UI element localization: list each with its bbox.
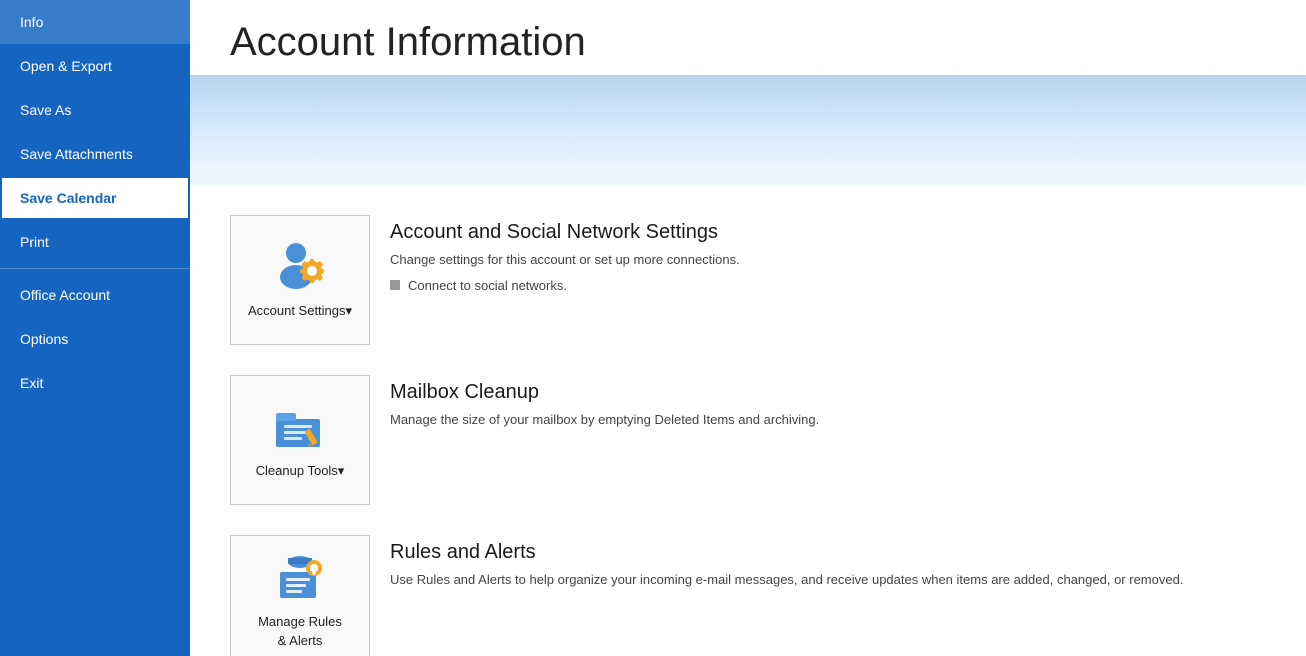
account-settings-bullet-text: Connect to social networks.: [408, 278, 567, 293]
sidebar-item-save-as[interactable]: Save As: [0, 88, 190, 132]
account-settings-icon: [270, 239, 330, 296]
cleanup-tools-icon: [270, 399, 330, 456]
banner-image: [190, 75, 1306, 185]
manage-rules-desc: Use Rules and Alerts to help organize yo…: [390, 570, 1266, 590]
account-settings-info: Account and Social Network Settings Chan…: [390, 215, 1266, 293]
account-settings-bullet: Connect to social networks.: [390, 278, 1266, 293]
manage-rules-button[interactable]: Manage Rules & Alerts: [230, 535, 370, 656]
cleanup-tools-desc: Manage the size of your mailbox by empty…: [390, 410, 1266, 430]
manage-rules-card: Manage Rules & Alerts Rules and Alerts U…: [230, 525, 1266, 656]
account-settings-button[interactable]: Account Settings▾: [230, 215, 370, 345]
main-content: Account Information: [190, 0, 1306, 656]
sidebar-item-save-attachments[interactable]: Save Attachments: [0, 132, 190, 176]
cleanup-tools-label: Cleanup Tools▾: [256, 462, 345, 480]
cleanup-tools-button[interactable]: Cleanup Tools▾: [230, 375, 370, 505]
manage-rules-info: Rules and Alerts Use Rules and Alerts to…: [390, 535, 1266, 598]
sidebar: Info Open & Export Save As Save Attachme…: [0, 0, 190, 656]
sidebar-item-save-calendar[interactable]: Save Calendar: [0, 176, 190, 220]
sidebar-item-info[interactable]: Info: [0, 0, 190, 44]
sidebar-item-exit[interactable]: Exit: [0, 361, 190, 405]
sidebar-item-office-account[interactable]: Office Account: [0, 273, 190, 317]
manage-rules-label: Manage Rules & Alerts: [258, 613, 342, 649]
account-settings-title: Account and Social Network Settings: [390, 221, 1266, 244]
page-title: Account Information: [190, 0, 1306, 75]
sidebar-item-print[interactable]: Print: [0, 220, 190, 264]
manage-rules-title: Rules and Alerts: [390, 541, 1266, 564]
account-settings-label: Account Settings▾: [248, 302, 352, 320]
sidebar-item-open-export[interactable]: Open & Export: [0, 44, 190, 88]
sidebar-divider: [0, 268, 190, 269]
content-area: Account Settings▾ Account and Social Net…: [190, 185, 1306, 656]
bullet-icon: [390, 280, 400, 290]
account-settings-desc: Change settings for this account or set …: [390, 250, 1266, 270]
cleanup-tools-info: Mailbox Cleanup Manage the size of your …: [390, 375, 1266, 438]
cleanup-tools-card: Cleanup Tools▾ Mailbox Cleanup Manage th…: [230, 365, 1266, 515]
sidebar-item-options[interactable]: Options: [0, 317, 190, 361]
account-settings-card: Account Settings▾ Account and Social Net…: [230, 205, 1266, 355]
manage-rules-icon: [270, 550, 330, 607]
cleanup-tools-title: Mailbox Cleanup: [390, 381, 1266, 404]
